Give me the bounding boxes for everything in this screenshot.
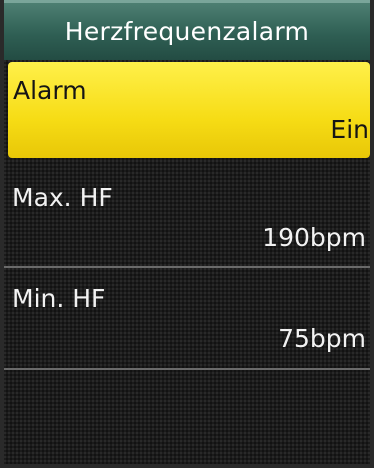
menu-item-label: Min. HF [12, 284, 106, 313]
device-screen: Herzfrequenzalarm Alarm Ein Max. HF 190b… [0, 0, 374, 468]
menu-item-alarm[interactable]: Alarm Ein [8, 62, 370, 158]
menu-item-value: 75bpm [278, 324, 366, 353]
menu-item-label: Alarm [13, 76, 87, 105]
menu-item-label: Max. HF [12, 183, 113, 212]
menu-item-min-hr[interactable]: Min. HF 75bpm [4, 268, 370, 366]
menu-item-max-hr[interactable]: Max. HF 190bpm [4, 167, 370, 265]
menu-item-value: 190bpm [262, 223, 366, 252]
divider [4, 368, 370, 370]
title-bar: Herzfrequenzalarm [4, 0, 370, 60]
menu-item-value: Ein [330, 115, 369, 144]
screen-title: Herzfrequenzalarm [64, 17, 310, 46]
